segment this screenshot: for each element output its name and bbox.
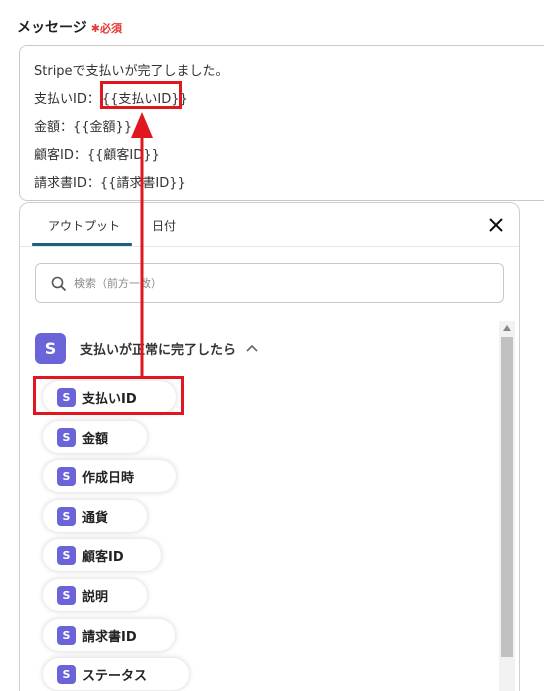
output-item-label: 作成日時 [82,470,135,486]
scrollbar-thumb[interactable] [501,337,513,657]
message-line-label: 請求書ID： [34,176,100,191]
tab-date[interactable]: 日付 [152,217,176,234]
output-item-created-at[interactable]: S 作成日時 [43,460,176,492]
invoice-id-token[interactable]: {{請求書ID}} [100,176,186,191]
amount-token[interactable]: {{金額}} [73,120,132,135]
group-header[interactable]: S 支払いが正常に完了したら [35,332,258,364]
output-picker-popup: アウトプット 日付 S 支払いが正常に完了したら S 支払いID S 金額 S … [19,202,520,691]
output-item-label: ステータス [82,668,148,684]
message-line: 請求書ID：{{請求書ID}} [34,172,186,191]
stripe-icon: S [57,466,76,486]
search-input[interactable] [74,272,474,294]
item-highlight-box [33,376,184,415]
search-icon [51,276,67,292]
required-mark: ✱必須 [90,22,122,35]
output-item-label: 説明 [82,589,109,605]
chevron-up-icon[interactable] [246,344,258,352]
message-line: 金額：{{金額}} [34,116,132,135]
stripe-icon: S [57,545,76,565]
message-line-label: 支払いID： [34,92,100,107]
message-line-text: Stripeで支払いが完了しました。 [34,64,229,79]
stripe-icon: S [57,585,76,605]
output-item-label: 請求書ID [82,629,137,645]
output-item-amount[interactable]: S 金額 [43,421,147,453]
output-item-label: 顧客ID [82,549,124,565]
stripe-icon: S [57,506,76,526]
close-icon[interactable] [487,216,505,234]
group-title: 支払いが正常に完了したら [80,342,237,358]
message-line: 顧客ID：{{顧客ID}} [34,144,160,163]
tab-output[interactable]: アウトプット [48,217,120,234]
message-line: Stripeで支払いが完了しました。 [34,60,229,79]
output-item-customer-id[interactable]: S 顧客ID [43,539,161,571]
message-field-label: メッセージ ✱必須 [17,17,122,37]
output-item-description[interactable]: S 説明 [43,579,147,611]
stripe-icon: S [57,664,76,684]
tab-bar: アウトプット 日付 [20,203,519,247]
customer-id-token[interactable]: {{顧客ID}} [87,148,160,163]
stripe-icon: S [35,332,66,364]
stripe-icon: S [57,427,76,447]
field-label-text: メッセージ [17,20,87,36]
message-textarea[interactable]: Stripeで支払いが完了しました。 支払いID： {{支払いID}} 金額：{{… [19,45,544,201]
output-item-label: 通貨 [82,510,109,526]
message-line-label: 顧客ID： [34,148,87,163]
output-item-label: 金額 [82,431,109,447]
search-box[interactable] [35,263,504,303]
message-line-label: 金額： [34,120,74,135]
token-highlight-box [100,81,182,109]
active-tab-indicator [32,243,132,246]
output-item-status[interactable]: S ステータス [43,658,189,690]
scroll-up-arrow-icon[interactable] [503,325,511,331]
output-item-currency[interactable]: S 通貨 [43,500,147,532]
scrollbar[interactable] [499,321,515,691]
output-item-invoice-id[interactable]: S 請求書ID [43,619,175,651]
stripe-icon: S [57,625,76,645]
